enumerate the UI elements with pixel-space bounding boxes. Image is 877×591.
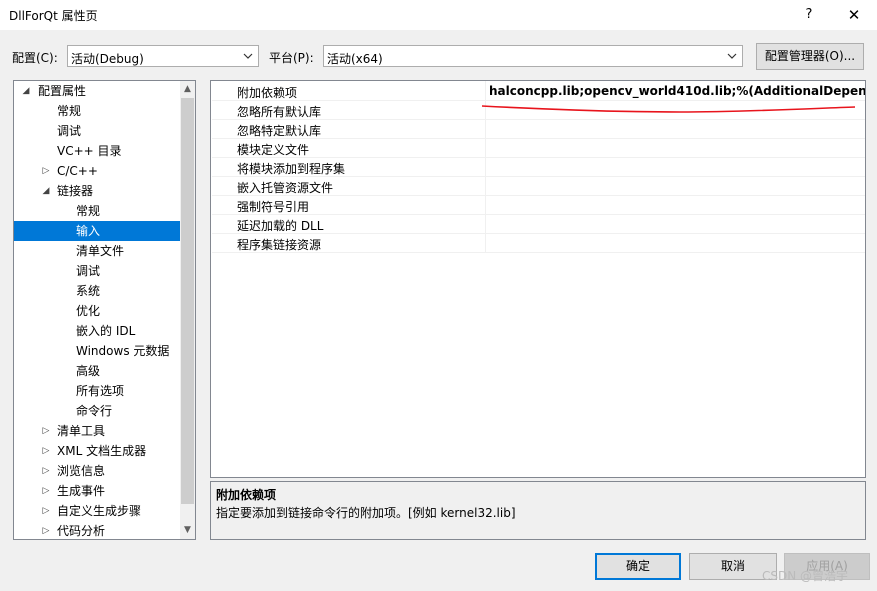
platform-value: 活动(x64) — [327, 52, 383, 66]
tree-item[interactable]: 系统 — [14, 281, 180, 301]
tree-item-label: 嵌入的 IDL — [76, 324, 136, 338]
tree-item-label: 所有选项 — [76, 384, 125, 398]
property-name: 程序集链接资源 — [237, 238, 322, 252]
tree-item[interactable]: ▷ XML 文档生成器 — [14, 441, 180, 461]
tree-item[interactable]: 调试 — [14, 261, 180, 281]
window-title: DllForQt 属性页 — [9, 9, 98, 23]
tree-scrollbar-thumb[interactable] — [181, 98, 194, 504]
tree-item[interactable]: ▷ 代码分析 — [14, 521, 180, 539]
tree-item[interactable]: ◢ 配置属性 — [14, 81, 180, 101]
property-name: 延迟加载的 DLL — [237, 219, 324, 233]
tree-item-label: Windows 元数据 — [76, 344, 170, 358]
tree-item[interactable]: 高级 — [14, 361, 180, 381]
expand-arrow-icon[interactable]: ▷ — [41, 441, 51, 461]
collapse-arrow-icon[interactable]: ◢ — [41, 181, 51, 201]
tree-item-label: 调试 — [76, 264, 101, 278]
config-dropdown[interactable]: 活动(Debug) — [67, 45, 259, 67]
property-row[interactable]: 嵌入托管资源文件 — [212, 177, 865, 196]
expand-arrow-icon[interactable]: ▷ — [41, 461, 51, 481]
tree-item-label: 系统 — [76, 284, 101, 298]
property-name: 忽略所有默认库 — [237, 105, 322, 119]
tree-item-label: 浏览信息 — [57, 464, 106, 478]
tree-item-label: XML 文档生成器 — [57, 444, 147, 458]
tree-item[interactable]: 嵌入的 IDL — [14, 321, 180, 341]
platform-dropdown[interactable]: 活动(x64) — [323, 45, 743, 67]
tree-item[interactable]: 调试 — [14, 121, 180, 141]
property-name: 忽略特定默认库 — [237, 124, 322, 138]
tree-item[interactable]: 常规 — [14, 101, 180, 121]
description-text: 指定要添加到链接命令行的附加项。[例如 kernel32.lib] — [216, 506, 516, 520]
property-row[interactable]: 程序集链接资源 — [212, 234, 865, 253]
tree-item-label: 链接器 — [57, 184, 94, 198]
chevron-down-icon — [725, 48, 739, 64]
tree-item[interactable]: ◢ 链接器 — [14, 181, 180, 201]
tree-item[interactable]: 所有选项 — [14, 381, 180, 401]
property-value[interactable]: halconcpp.lib;opencv_world410d.lib;%(Add… — [489, 84, 865, 98]
property-name: 将模块添加到程序集 — [237, 162, 346, 176]
description-panel: 附加依赖项 指定要添加到链接命令行的附加项。[例如 kernel32.lib] — [210, 481, 866, 540]
tree-item[interactable]: ▷ 清单工具 — [14, 421, 180, 441]
close-button[interactable]: ✕ — [840, 3, 868, 27]
tree-item-label: 高级 — [76, 364, 101, 378]
expand-arrow-icon[interactable]: ▷ — [41, 161, 51, 181]
help-button[interactable]: ? — [796, 3, 822, 27]
config-value: 活动(Debug) — [71, 52, 144, 66]
expand-arrow-icon[interactable]: ▷ — [41, 501, 51, 521]
settings-tree[interactable]: ◢ 配置属性 常规 调试 VC++ 目录 ▷ C/C++ ◢ 链接器 常规 输入 清单文件 调试 系统 优化… — [13, 80, 196, 540]
tree-item[interactable]: ▷ 自定义生成步骤 — [14, 501, 180, 521]
annotation-underline — [481, 105, 856, 113]
expand-arrow-icon[interactable]: ▷ — [41, 421, 51, 441]
property-name: 嵌入托管资源文件 — [237, 181, 334, 195]
config-label: 配置(C): — [12, 51, 58, 65]
property-name: 附加依赖项 — [237, 86, 298, 100]
tree-item-label: 自定义生成步骤 — [57, 504, 142, 518]
tree-item-label: 常规 — [57, 104, 82, 118]
tree-item-label: 清单工具 — [57, 424, 106, 438]
tree-item-label: 代码分析 — [57, 524, 106, 538]
tree-item-label: 命令行 — [76, 404, 113, 418]
property-name: 模块定义文件 — [237, 143, 310, 157]
watermark: CSDN @曾浩宇 — [762, 569, 849, 583]
config-manager-button[interactable]: 配置管理器(O)... — [756, 43, 864, 70]
chevron-down-icon — [241, 48, 255, 64]
expand-arrow-icon[interactable]: ▷ — [41, 521, 51, 539]
tree-item-label: 清单文件 — [76, 244, 125, 258]
platform-label: 平台(P): — [269, 51, 314, 65]
scroll-down-icon[interactable]: ▼ — [180, 522, 195, 538]
property-name: 强制符号引用 — [237, 200, 310, 214]
tree-item[interactable]: ▷ 浏览信息 — [14, 461, 180, 481]
tree-item-label: 常规 — [76, 204, 101, 218]
property-grid[interactable]: 附加依赖项 halconcpp.lib;opencv_world410d.lib;… — [210, 80, 866, 478]
tree-item-label: 调试 — [57, 124, 82, 138]
scroll-up-icon[interactable]: ▲ — [180, 81, 195, 97]
tree-item-label: 配置属性 — [38, 84, 87, 98]
property-row[interactable]: 将模块添加到程序集 — [212, 158, 865, 177]
tree-item-label: 生成事件 — [57, 484, 106, 498]
tree-item-label: C/C++ — [57, 164, 98, 178]
collapse-arrow-icon[interactable]: ◢ — [21, 81, 31, 101]
tree-item[interactable]: Windows 元数据 — [14, 341, 180, 361]
tree-item[interactable]: VC++ 目录 — [14, 141, 180, 161]
tree-item[interactable]: ▷ C/C++ — [14, 161, 180, 181]
property-row[interactable]: 模块定义文件 — [212, 139, 865, 158]
ok-button[interactable]: 确定 — [595, 553, 681, 580]
expand-arrow-icon[interactable]: ▷ — [41, 481, 51, 501]
tree-item[interactable]: 命令行 — [14, 401, 180, 421]
tree-item[interactable]: ▷ 生成事件 — [14, 481, 180, 501]
tree-item[interactable]: 输入 — [14, 221, 180, 241]
property-row[interactable]: 附加依赖项 halconcpp.lib;opencv_world410d.lib;… — [212, 82, 865, 101]
property-row[interactable]: 延迟加载的 DLL — [212, 215, 865, 234]
property-row[interactable]: 忽略特定默认库 — [212, 120, 865, 139]
title-bar: DllForQt 属性页 ? ✕ — [0, 0, 877, 30]
description-title: 附加依赖项 — [216, 488, 277, 502]
tree-item[interactable]: 清单文件 — [14, 241, 180, 261]
tree-item-label: VC++ 目录 — [57, 144, 122, 158]
property-row[interactable]: 强制符号引用 — [212, 196, 865, 215]
tree-item[interactable]: 优化 — [14, 301, 180, 321]
tree-item[interactable]: 常规 — [14, 201, 180, 221]
tree-item-label: 优化 — [76, 304, 101, 318]
tree-item-label: 输入 — [76, 224, 101, 238]
